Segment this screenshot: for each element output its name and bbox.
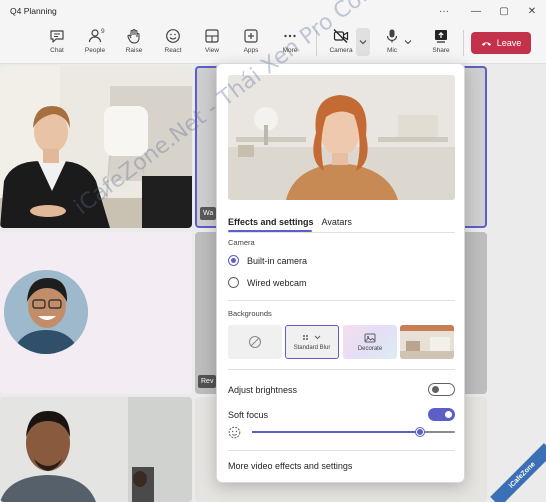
camera-option-wired-webcam[interactable]: Wired webcam [228, 277, 307, 288]
chevron-down-icon [359, 40, 367, 45]
people-count: 9 [101, 28, 105, 35]
participant-name: Wa [200, 207, 217, 220]
soft-focus-slider-fill [252, 431, 421, 433]
people-label: People [84, 47, 106, 54]
raise-label: Raise [125, 47, 143, 54]
radio-unselected-icon[interactable] [228, 277, 239, 288]
view-label: View [205, 47, 219, 54]
blur-icon [303, 335, 321, 340]
chat-button[interactable]: Chat [39, 26, 75, 60]
camera-options-chevron[interactable] [356, 28, 370, 56]
tab-avatars[interactable]: Avatars [322, 217, 352, 227]
background-none[interactable] [228, 325, 282, 359]
chat-icon [50, 30, 64, 43]
smile-icon [166, 29, 180, 43]
share-label: Share [432, 47, 450, 54]
background-decorate[interactable]: Decorate [343, 325, 397, 359]
hang-up-icon [481, 41, 491, 46]
participant-avatar-video [0, 232, 192, 394]
camera-section-label: Camera [228, 238, 255, 247]
apps-plus-icon [244, 29, 258, 43]
camera-preview [228, 75, 455, 200]
chat-label: Chat [50, 47, 64, 54]
section-divider [228, 369, 455, 370]
more-video-effects-link[interactable]: More video effects and settings [228, 461, 352, 471]
soft-focus-row: Soft focus [228, 408, 455, 421]
leave-label: Leave [496, 38, 522, 48]
microphone-icon [386, 29, 398, 43]
view-grid-icon [205, 29, 219, 43]
soft-focus-slider-thumb[interactable] [416, 428, 425, 436]
participant-tile[interactable] [0, 232, 192, 394]
chevron-down-icon [404, 40, 412, 45]
window-title: Q4 Planning [10, 6, 57, 16]
soft-focus-toggle[interactable] [428, 408, 455, 421]
soft-focus-label: Soft focus [228, 409, 269, 420]
close-button[interactable]: ✕ [516, 0, 546, 22]
no-background-icon [248, 335, 262, 349]
apps-label: Apps [243, 47, 259, 54]
tab-effects-and-settings[interactable]: Effects and settings [228, 217, 314, 227]
background-label: Standard Blur [293, 345, 331, 351]
participant-tile[interactable] [0, 397, 192, 502]
people-button[interactable]: 9 People [77, 26, 113, 60]
decorate-icon [364, 333, 376, 342]
mic-label: Mic [386, 47, 398, 54]
raise-hand-button[interactable]: Raise [116, 26, 152, 60]
section-divider [228, 450, 455, 451]
react-button[interactable]: React [155, 26, 191, 60]
title-bar: Q4 Planning ··· — ▢ ✕ [0, 0, 546, 22]
mic-options-chevron[interactable] [401, 28, 415, 56]
react-label: React [164, 47, 182, 54]
camera-label: Camera [329, 47, 353, 54]
camera-option-label: Built-in camera [247, 255, 308, 266]
toolbar-divider [463, 30, 464, 56]
soft-focus-face-icon [228, 426, 241, 439]
camera-option-built-in[interactable]: Built-in camera [228, 255, 307, 266]
backgrounds-section-label: Backgrounds [228, 309, 272, 318]
raise-hand-icon [127, 28, 140, 44]
adjust-brightness-label: Adjust brightness [228, 384, 298, 395]
background-standard-blur[interactable]: Standard Blur [285, 325, 339, 359]
adjust-brightness-toggle[interactable] [428, 383, 455, 396]
background-label: Decorate [357, 345, 383, 352]
room-background-thumbnail [400, 325, 454, 359]
corner-watermark-badge: iCafeZone [490, 443, 546, 502]
camera-preview-image [228, 75, 455, 200]
view-button[interactable]: View [194, 26, 230, 60]
video-effects-popup: Effects and settings Avatars Camera Buil… [216, 63, 465, 483]
participant-name: Rev [198, 375, 217, 388]
section-divider [228, 300, 455, 301]
soft-focus-slider[interactable] [252, 428, 455, 436]
camera-option-label: Wired webcam [247, 277, 307, 288]
effects-tabs: Effects and settings Avatars [228, 213, 360, 232]
radio-selected-icon[interactable] [228, 255, 239, 266]
participant-video [0, 397, 192, 502]
background-room-image[interactable] [400, 325, 454, 359]
more-options-icon[interactable]: ··· [428, 0, 460, 22]
share-button[interactable]: Share [423, 26, 459, 60]
adjust-brightness-row: Adjust brightness [228, 383, 455, 396]
share-tray-icon [435, 30, 447, 43]
leave-button[interactable]: Leave [471, 32, 531, 54]
tabs-divider [228, 232, 455, 233]
